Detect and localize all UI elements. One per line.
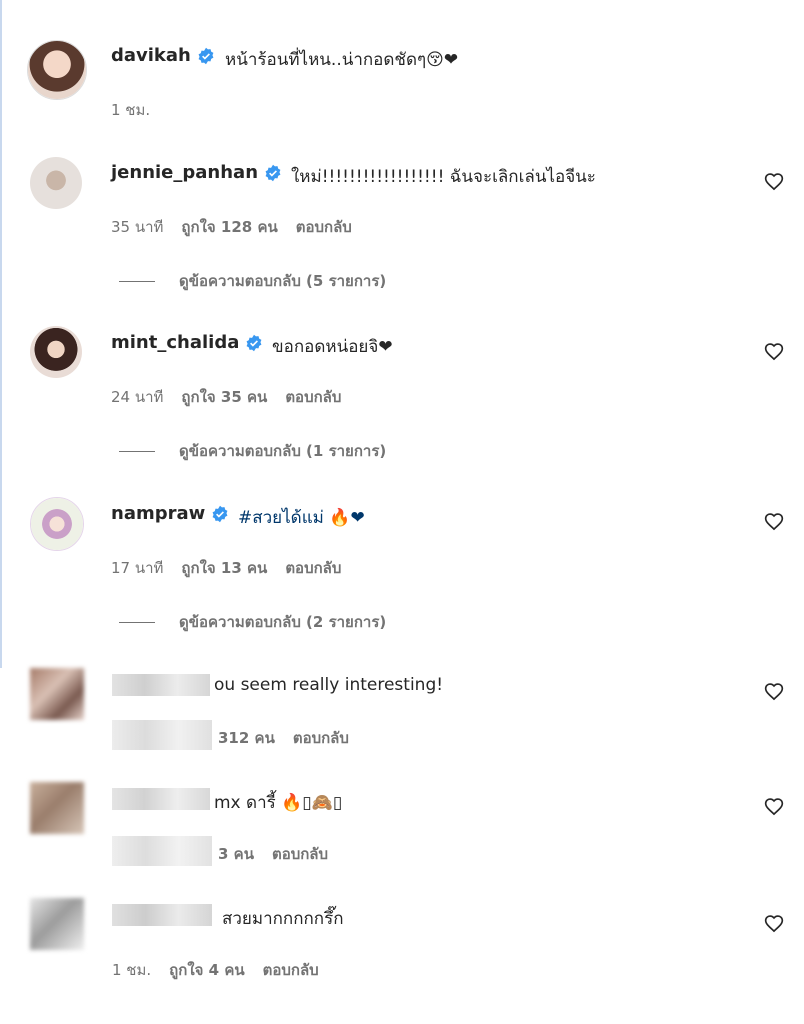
view-replies-button[interactable]: ดูข้อความตอบกลับ (5 รายการ) [119, 269, 386, 293]
divider-line [119, 622, 155, 623]
censored-meta [112, 720, 212, 750]
comment-time: 1 ชม. [112, 961, 152, 979]
comment-hashtag-text[interactable]: #สวยได้แม่ 🔥❤ [238, 504, 365, 531]
avatar[interactable] [30, 497, 84, 551]
verified-badge-icon [212, 505, 228, 523]
censored-meta [112, 836, 212, 866]
like-heart-icon[interactable] [764, 172, 784, 192]
divider-line [119, 451, 155, 452]
reply-button[interactable]: ตอบกลับ [285, 559, 341, 577]
reply-button[interactable]: ตอบกลับ [285, 388, 341, 406]
comment-time: 24 นาที [111, 388, 164, 406]
comment-author-name[interactable]: jennie_panhan [111, 162, 258, 183]
comment-text: สวยมากกกกกรึ๊ก [222, 909, 344, 929]
comment-author[interactable]: jennie_panhan [111, 162, 282, 183]
reply-button[interactable]: ตอบกลับ [296, 218, 352, 236]
like-count[interactable]: 312 คน [218, 729, 275, 747]
comment-meta: 1 ชม. ถูกใจ 4 คน ตอบกลับ [112, 958, 337, 982]
comment-time: 17 นาที [111, 559, 164, 577]
comment-author[interactable]: nampraw [111, 503, 229, 524]
view-replies-button[interactable]: ดูข้อความตอบกลับ (1 รายการ) [119, 439, 386, 463]
like-count[interactable]: 3 คน [218, 845, 254, 863]
reply-button[interactable]: ตอบกลับ [293, 729, 349, 747]
view-replies-label: ดูข้อความตอบกลับ (2 รายการ) [179, 613, 387, 631]
avatar[interactable] [30, 157, 82, 209]
like-count[interactable]: ถูกใจ 35 คน [181, 388, 267, 406]
censored-username [112, 674, 210, 696]
like-heart-icon[interactable] [764, 682, 784, 702]
avatar[interactable] [27, 40, 87, 100]
post-author-name[interactable]: davikah [111, 45, 191, 66]
like-heart-icon[interactable] [764, 512, 784, 532]
comment-text: mx ดารี้ 🔥▯🙈▯ [214, 793, 343, 813]
like-heart-icon[interactable] [764, 797, 784, 817]
censored-avatar [30, 782, 84, 834]
comment-meta: 17 นาที ถูกใจ 13 คน ตอบกลับ [111, 556, 359, 580]
post-time: 1 ชม. [111, 101, 151, 119]
like-heart-icon[interactable] [764, 914, 784, 934]
comment-text: ขอกอดหน่อยจิ❤ [272, 337, 393, 357]
like-heart-icon[interactable] [764, 342, 784, 362]
reply-button[interactable]: ตอบกลับ [263, 961, 319, 979]
censored-avatar [30, 668, 84, 720]
divider-line [119, 281, 155, 282]
comment-meta: 312 คน ตอบกลับ [218, 726, 367, 750]
comment-meta: 3 คน ตอบกลับ [218, 842, 346, 866]
verified-badge-icon [198, 47, 214, 65]
post-caption: หน้าร้อนที่ไหน..น่ากอดชัดๆ😚❤ [225, 50, 459, 70]
view-replies-label: ดูข้อความตอบกลับ (5 รายการ) [179, 272, 387, 290]
censored-avatar [30, 898, 84, 950]
comment-author[interactable]: mint_chalida [111, 332, 263, 353]
verified-badge-icon [246, 334, 262, 352]
comment-meta: 35 นาที ถูกใจ 128 คน ตอบกลับ [111, 215, 370, 239]
comment-meta: 24 นาที ถูกใจ 35 คน ตอบกลับ [111, 385, 359, 409]
verified-badge-icon [265, 164, 281, 182]
avatar[interactable] [30, 326, 82, 378]
view-replies-label: ดูข้อความตอบกลับ (1 รายการ) [179, 442, 387, 460]
censored-username [112, 788, 210, 810]
post-author[interactable]: davikah [111, 45, 215, 66]
comment-text: ou seem really interesting! [214, 675, 444, 695]
like-count[interactable]: ถูกใจ 128 คน [181, 218, 277, 236]
comment-author-name[interactable]: nampraw [111, 503, 205, 524]
window-edge [0, 0, 2, 668]
reply-button[interactable]: ตอบกลับ [272, 845, 328, 863]
censored-username [112, 904, 212, 926]
view-replies-button[interactable]: ดูข้อความตอบกลับ (2 รายการ) [119, 610, 386, 634]
like-count[interactable]: ถูกใจ 4 คน [169, 961, 244, 979]
comment-author-name[interactable]: mint_chalida [111, 332, 239, 353]
comment-text: ใหม่!!!!!!!!!!!!!!!!!! ฉันจะเลิกเล่นไอจี… [291, 167, 596, 187]
like-count[interactable]: ถูกใจ 13 คน [181, 559, 267, 577]
comment-time: 35 นาที [111, 218, 164, 236]
